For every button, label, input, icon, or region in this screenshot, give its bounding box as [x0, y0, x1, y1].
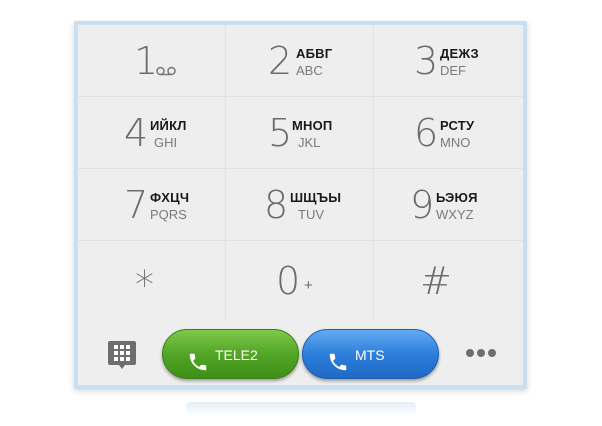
- key-latin-letters: TUV: [298, 207, 324, 222]
- key-4[interactable]: 4 ИЙКЛ GHI: [78, 97, 226, 169]
- phone-icon: [187, 343, 209, 393]
- key-digit: 5: [268, 111, 293, 155]
- key-latin-letters: ABC: [296, 63, 323, 78]
- key-cyrillic-letters: ЬЭЮЯ: [436, 190, 478, 205]
- key-digit: 3: [414, 39, 439, 83]
- more-options-icon[interactable]: [464, 345, 498, 361]
- phone-frame: 1 2 АБВГ ABC 3 ДЕЖЗ DEF 4 ИЙКЛ GHI 5 МНО…: [74, 21, 527, 389]
- keypad: 1 2 АБВГ ABC 3 ДЕЖЗ DEF 4 ИЙКЛ GHI 5 МНО…: [78, 25, 523, 321]
- key-digit: 4: [124, 111, 149, 155]
- voicemail-icon: [156, 63, 176, 81]
- key-8[interactable]: 8 ШЩЪЫ TUV: [226, 169, 374, 241]
- key-digit: 2: [268, 39, 293, 83]
- key-digit: 0: [276, 259, 301, 303]
- dialpad-message-icon[interactable]: [106, 333, 138, 373]
- key-6[interactable]: 6 РСТУ MNO: [374, 97, 523, 169]
- key-digit: 6: [414, 111, 439, 155]
- key-cyrillic-letters: РСТУ: [440, 118, 475, 133]
- key-digit: #: [420, 259, 452, 303]
- key-cyrillic-letters: МНОП: [292, 118, 333, 133]
- frame-reflection: [186, 402, 416, 416]
- call-button-label: TELE2: [215, 347, 258, 363]
- key-digit: 1: [134, 39, 159, 83]
- key-latin-letters: PQRS: [150, 207, 187, 222]
- call-action-bar: TELE2 MTS: [78, 321, 523, 385]
- key-star[interactable]: *: [78, 241, 226, 321]
- key-digit: 8: [264, 183, 289, 227]
- dialer-screen: 1 2 АБВГ ABC 3 ДЕЖЗ DEF 4 ИЙКЛ GHI 5 МНО…: [78, 25, 523, 385]
- key-cyrillic-letters: АБВГ: [296, 46, 333, 61]
- call-button-tele2[interactable]: TELE2: [162, 329, 299, 379]
- key-7[interactable]: 7 ФХЦЧ PQRS: [78, 169, 226, 241]
- key-3[interactable]: 3 ДЕЖЗ DEF: [374, 25, 523, 97]
- key-latin-letters: JKL: [298, 135, 321, 150]
- key-latin-letters: GHI: [154, 135, 178, 150]
- key-digit: 9: [410, 183, 435, 227]
- key-1[interactable]: 1: [78, 25, 226, 97]
- phone-icon: [327, 343, 349, 393]
- key-cyrillic-letters: ШЩЪЫ: [290, 190, 342, 205]
- key-latin-letters: DEF: [440, 63, 466, 78]
- key-plus-label: +: [304, 277, 313, 294]
- key-5[interactable]: 5 МНОП JKL: [226, 97, 374, 169]
- key-2[interactable]: 2 АБВГ ABC: [226, 25, 374, 97]
- key-latin-letters: MNO: [440, 135, 471, 150]
- call-button-mts[interactable]: MTS: [302, 329, 439, 379]
- key-0[interactable]: 0 +: [226, 241, 374, 321]
- key-9[interactable]: 9 ЬЭЮЯ WXYZ: [374, 169, 523, 241]
- key-cyrillic-letters: ДЕЖЗ: [440, 46, 479, 61]
- key-latin-letters: WXYZ: [436, 207, 474, 222]
- key-cyrillic-letters: ИЙКЛ: [150, 118, 187, 133]
- call-button-label: MTS: [355, 347, 385, 363]
- key-digit: 7: [124, 183, 149, 227]
- key-hash[interactable]: #: [374, 241, 523, 321]
- key-cyrillic-letters: ФХЦЧ: [150, 190, 190, 205]
- key-digit: *: [135, 263, 154, 307]
